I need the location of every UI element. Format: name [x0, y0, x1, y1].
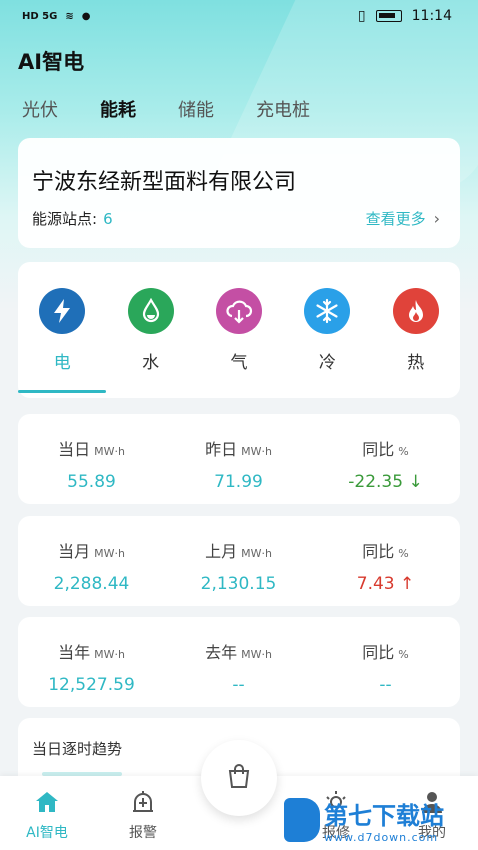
- watermark-title: 第七下载站: [324, 802, 444, 830]
- company-name: 宁波东经新型面料有限公司: [32, 170, 297, 195]
- yoy-value: 7.43 ↑: [356, 574, 415, 594]
- gas-cloud-icon: [215, 288, 262, 334]
- energy-label: 热: [407, 353, 425, 373]
- tab-energy-consumption[interactable]: 能耗: [100, 96, 136, 122]
- tab-storage[interactable]: 储能: [178, 96, 214, 122]
- energy-label: 水: [142, 353, 160, 373]
- stat-label: 当月 MW·h: [58, 542, 125, 561]
- daily-stats-card: 当日 MW·h 55.89 昨日 MW·h 71.99 同比% -22.35 ↓: [18, 414, 460, 504]
- stat-value: 71.99: [214, 472, 263, 492]
- stat-value: 2,288.44: [53, 574, 130, 594]
- stat-label: 当年 MW·h: [58, 643, 125, 662]
- status-time: 11:14: [411, 8, 452, 24]
- station-label: 能源站点:: [32, 210, 98, 228]
- energy-tab-cold[interactable]: 冷: [283, 288, 371, 373]
- energy-tab-heat[interactable]: 热: [372, 288, 460, 373]
- network-indicator: HD 5G: [22, 10, 58, 22]
- stat-label: 上月 MW·h: [205, 542, 272, 561]
- stat-value: 55.89: [67, 472, 116, 492]
- energy-tab-water[interactable]: 水: [106, 288, 194, 373]
- stat-value: --: [232, 675, 245, 695]
- nav-label: 报警: [129, 825, 157, 841]
- view-more-label: 查看更多: [365, 210, 426, 228]
- energy-label: 气: [230, 353, 248, 373]
- message-icon: ●: [81, 10, 91, 22]
- water-drop-icon: [127, 288, 174, 334]
- yoy-value: --: [379, 675, 392, 695]
- energy-tab-electricity[interactable]: 电: [18, 288, 106, 373]
- nav-alarm[interactable]: 报警: [103, 788, 183, 842]
- stat-label: 当日 MW·h: [58, 440, 125, 459]
- stat-label: 同比%: [362, 542, 409, 561]
- station-count-row: 能源站点: 6: [32, 208, 113, 229]
- stat-value: 12,527.59: [48, 675, 135, 695]
- watermark-url: www.d7down.com: [324, 831, 439, 844]
- top-tabs: 光伏 能耗 储能 充电桩: [22, 96, 310, 122]
- yoy-value: -22.35 ↓: [348, 472, 423, 492]
- nav-ai-power[interactable]: AI智电: [7, 788, 87, 842]
- company-card: 宁波东经新型面料有限公司 能源站点: 6 查看更多 ›: [18, 138, 460, 248]
- watermark-logo-icon: [284, 798, 320, 842]
- yearly-stats-card: 当年 MW·h 12,527.59 去年 MW·h -- 同比% --: [18, 617, 460, 707]
- status-bar: HD 5G ≋ ● ▯ 11:14: [0, 0, 478, 32]
- energy-label: 冷: [318, 353, 336, 373]
- stat-label: 同比%: [362, 440, 409, 459]
- energy-type-card: 电 水 气 冷 热: [18, 262, 460, 398]
- nav-label: AI智电: [26, 825, 68, 841]
- energy-tab-gas[interactable]: 气: [195, 288, 283, 373]
- monthly-stats-card: 当月 MW·h 2,288.44 上月 MW·h 2,130.15 同比% 7.43 ↑: [18, 516, 460, 606]
- station-count: 6: [103, 210, 113, 228]
- stat-label: 去年 MW·h: [205, 643, 272, 662]
- stat-value: 2,130.15: [200, 574, 277, 594]
- active-tab-indicator: [18, 390, 106, 393]
- home-icon: [7, 788, 87, 816]
- stat-label: 昨日 MW·h: [205, 440, 272, 459]
- flame-icon: [392, 288, 439, 334]
- energy-label: 电: [53, 353, 71, 373]
- app-title: AI智电: [18, 50, 85, 74]
- tab-charging-pile[interactable]: 充电桩: [256, 96, 310, 122]
- tab-photovoltaic[interactable]: 光伏: [22, 96, 58, 122]
- battery-icon: [375, 10, 402, 22]
- shopping-bag-icon: [225, 762, 253, 794]
- watermark: 第七下载站 www.d7down.com: [284, 796, 444, 844]
- view-more-link[interactable]: 查看更多 ›: [366, 208, 440, 229]
- lightning-icon: [39, 288, 86, 334]
- snowflake-icon: [304, 288, 351, 334]
- stat-label: 同比%: [362, 643, 409, 662]
- center-shop-button[interactable]: [201, 740, 277, 816]
- vibrate-icon: ▯: [357, 8, 366, 24]
- chevron-right-icon: ›: [433, 209, 440, 228]
- trend-title: 当日逐时趋势: [32, 740, 123, 758]
- alarm-icon: [103, 788, 183, 816]
- wifi-icon: ≋: [65, 10, 74, 22]
